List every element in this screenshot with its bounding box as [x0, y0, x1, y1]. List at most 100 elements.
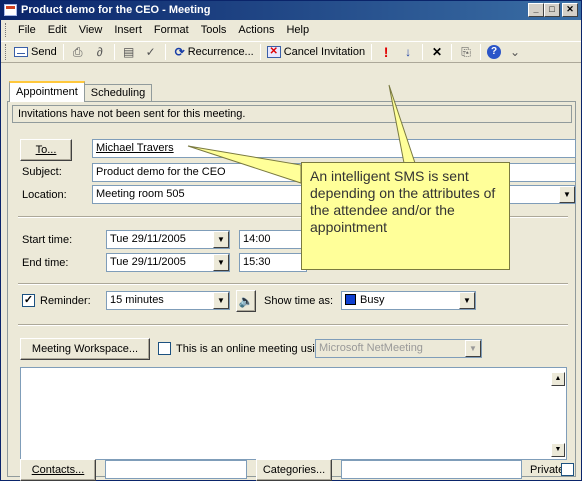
callout-note: An intelligent SMS is sent depending on … [301, 162, 510, 270]
speaker-icon: 🔈 [238, 294, 254, 308]
send-label: Send [31, 46, 57, 58]
online-meeting-checkbox[interactable] [158, 342, 171, 355]
contacts-label: Contacts... [31, 464, 85, 476]
close-button[interactable]: ✕ [562, 3, 578, 17]
show-time-label: Show time as: [264, 295, 334, 307]
tab-appointment[interactable]: Appointment [9, 81, 85, 102]
meeting-workspace-label: Meeting Workspace... [31, 343, 139, 355]
scroll-down-arrow-icon[interactable]: ▼ [551, 443, 565, 457]
toolbar-separator [259, 44, 261, 60]
toolbar-grip[interactable] [5, 44, 8, 60]
toolbar-separator [422, 44, 424, 60]
chevron-down-icon[interactable]: ▼ [559, 186, 575, 203]
toolbar-options-button[interactable]: ⌄ [504, 42, 526, 62]
private-checkbox[interactable] [561, 463, 574, 476]
reminder-label: Reminder: [40, 295, 91, 307]
menu-bar: File Edit View Insert Format Tools Actio… [1, 21, 581, 39]
divider [18, 324, 568, 326]
contacts-button[interactable]: Contacts... [20, 459, 96, 481]
low-importance-icon: ↓ [405, 45, 412, 59]
end-time-field[interactable]: 15:30 [239, 253, 307, 272]
reminder-value: 15 minutes [110, 294, 164, 306]
notes-area[interactable]: ▲ ▼ [20, 367, 567, 460]
chevron-down-icon[interactable]: ▼ [213, 231, 229, 248]
attach-button[interactable]: ∂ [89, 42, 111, 62]
show-time-dropdown[interactable]: Busy ▼ [341, 291, 476, 310]
check-names-icon: ✓ [145, 45, 156, 59]
location-value: Meeting room 505 [96, 188, 185, 200]
form-options-icon: ⎘ [461, 45, 471, 59]
menu-grip[interactable] [5, 23, 8, 37]
chevron-down-icon: ▼ [465, 340, 481, 357]
paperclip-icon: ∂ [96, 45, 103, 59]
reminder-sound-button[interactable]: 🔈 [236, 290, 256, 312]
chevron-down-icon[interactable]: ▼ [213, 292, 229, 309]
menu-file[interactable]: File [12, 21, 42, 39]
chevron-down-icon[interactable]: ▼ [459, 292, 475, 309]
toolbar-separator [480, 44, 482, 60]
delete-button[interactable]: ✕ [426, 42, 448, 62]
maximize-button[interactable]: □ [544, 3, 560, 17]
online-meeting-dropdown: Microsoft NetMeeting ▼ [315, 339, 482, 358]
contacts-field[interactable] [105, 460, 247, 479]
private-label: Private [530, 464, 565, 476]
form-options-button[interactable]: ⎘ [455, 42, 477, 62]
menu-tools[interactable]: Tools [195, 21, 233, 39]
address-book-button[interactable]: ▤ [118, 42, 140, 62]
menu-view[interactable]: View [73, 21, 109, 39]
categories-button[interactable]: Categories... [256, 459, 332, 481]
send-button[interactable]: Send [11, 42, 60, 62]
window-title: Product demo for the CEO - Meeting [21, 4, 211, 16]
print-button[interactable]: ⎙ [67, 42, 89, 62]
divider [18, 283, 568, 285]
minimize-button[interactable]: _ [528, 3, 544, 17]
help-icon: ? [487, 45, 502, 59]
send-icon [14, 47, 28, 57]
toolbar-separator [113, 44, 115, 60]
start-date-field[interactable]: Tue 29/11/2005 ▼ [106, 230, 230, 249]
meeting-workspace-button[interactable]: Meeting Workspace... [20, 338, 150, 360]
busy-color-swatch [345, 294, 356, 305]
location-label: Location: [22, 189, 67, 201]
scroll-up-arrow-icon[interactable]: ▲ [551, 372, 565, 386]
low-importance-button[interactable]: ↓ [397, 42, 419, 62]
recurrence-icon: ⟳ [174, 45, 185, 59]
help-button[interactable]: ? [484, 42, 504, 62]
end-date-value: Tue 29/11/2005 [110, 256, 186, 268]
chevron-down-icon[interactable]: ▼ [213, 254, 229, 271]
chevron-down-icon: ⌄ [510, 45, 521, 59]
to-button[interactable]: To... [20, 139, 72, 161]
high-importance-button[interactable]: ! [375, 42, 397, 62]
end-time-label: End time: [22, 257, 69, 269]
menu-format[interactable]: Format [148, 21, 195, 39]
subject-label: Subject: [22, 166, 62, 178]
end-date-field[interactable]: Tue 29/11/2005 ▼ [106, 253, 230, 272]
recurrence-label: Recurrence... [187, 46, 254, 58]
window-controls: _ □ ✕ [528, 3, 578, 17]
cancel-invitation-button[interactable]: ✕ Cancel Invitation [264, 42, 368, 62]
online-meeting-label: This is an online meeting using: [176, 343, 331, 355]
tab-scheduling[interactable]: Scheduling [83, 84, 153, 102]
meeting-icon [4, 4, 17, 16]
reminder-dropdown[interactable]: 15 minutes ▼ [106, 291, 230, 310]
to-field[interactable]: Michael Travers [92, 139, 576, 158]
categories-field[interactable] [341, 460, 522, 479]
online-meeting-value: Microsoft NetMeeting [319, 342, 423, 354]
menu-edit[interactable]: Edit [42, 21, 73, 39]
cancel-invitation-icon: ✕ [266, 46, 281, 58]
start-time-field[interactable]: 14:00 [239, 230, 307, 249]
menu-insert[interactable]: Insert [108, 21, 148, 39]
start-date-value: Tue 29/11/2005 [110, 233, 186, 245]
delete-icon: ✕ [432, 45, 443, 59]
toolbar-separator [62, 44, 64, 60]
check-names-button[interactable]: ✓ [140, 42, 162, 62]
menu-help[interactable]: Help [280, 21, 315, 39]
high-importance-icon: ! [383, 44, 389, 60]
toolbar-separator [451, 44, 453, 60]
toolbar: Send ⎙ ∂ ▤ ✓ ⟳ Recurrence... ✕ Cancel In… [1, 41, 581, 63]
address-book-icon: ▤ [123, 45, 135, 59]
recurrence-button[interactable]: ⟳ Recurrence... [169, 42, 257, 62]
menu-actions[interactable]: Actions [232, 21, 280, 39]
title-bar[interactable]: Product demo for the CEO - Meeting _ □ ✕ [1, 1, 581, 20]
reminder-checkbox[interactable]: ✓ [22, 294, 35, 307]
